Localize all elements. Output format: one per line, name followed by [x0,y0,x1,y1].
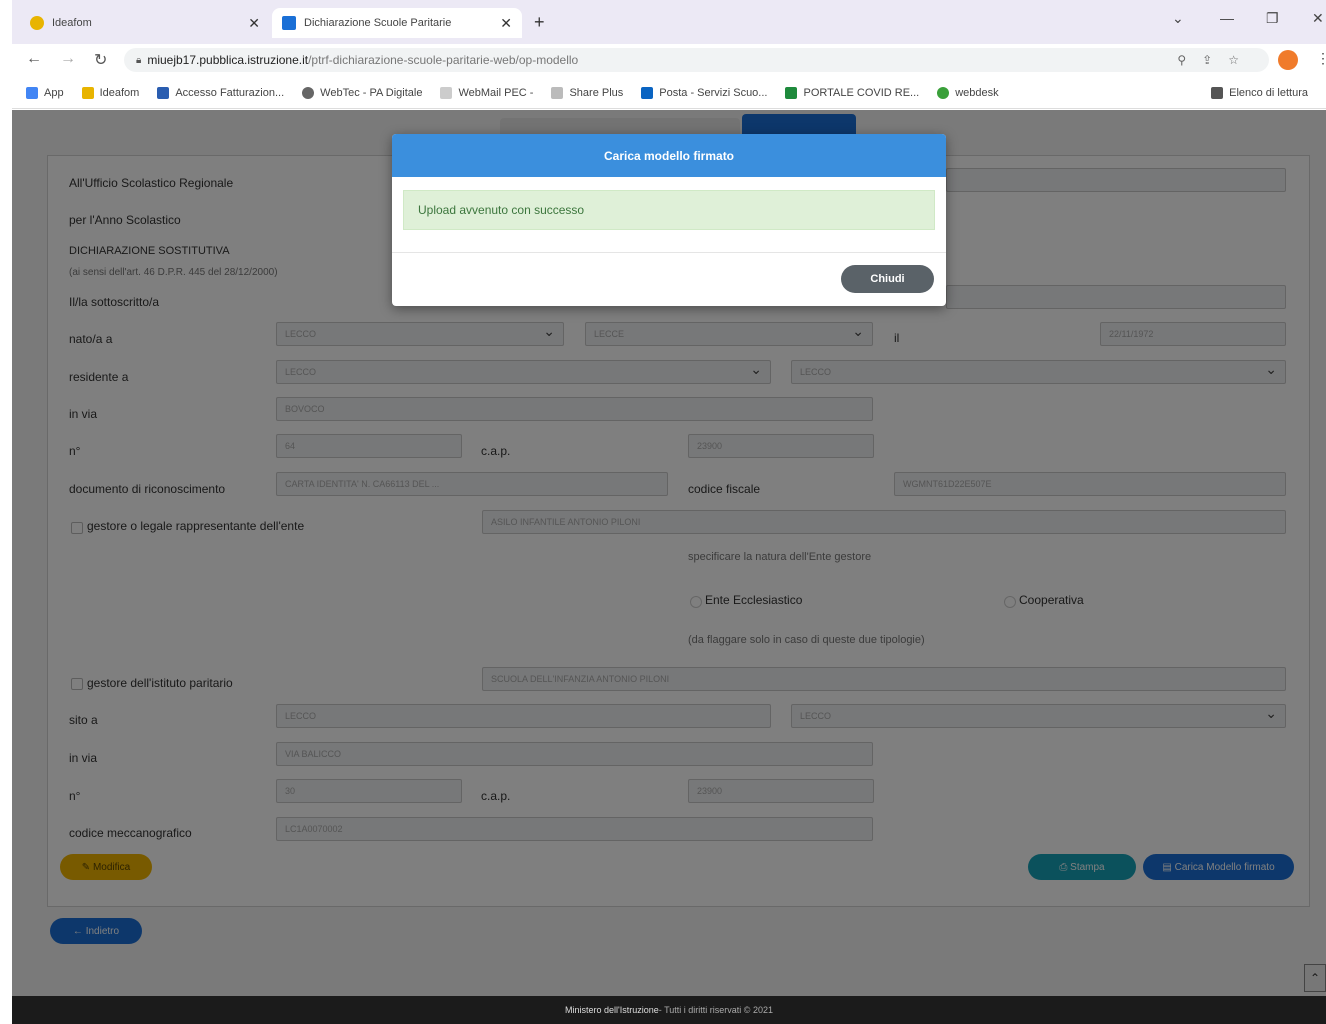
bookmark-webmail[interactable]: WebMail PEC - [440,87,533,99]
browser-tab-ideafom[interactable]: Ideafom ✕ [20,8,270,38]
close-tab-icon[interactable]: ✕ [248,15,260,32]
bookmarks-bar: App Ideafom Accesso Fatturazion... WebTe… [12,78,1326,109]
menu-icon[interactable]: ⋮ [1316,50,1326,67]
bookmark-icon [157,87,170,99]
bookmark-ideafom[interactable]: Ideafom [81,87,139,99]
bookmark-apps[interactable]: App [26,87,64,99]
footer: Ministero dell'Istruzione - Tutti i diri… [12,996,1326,1024]
reading-list[interactable]: Elenco di lettura [1211,87,1308,99]
profile-avatar[interactable] [1278,50,1298,70]
bookmark-icon [551,87,564,99]
outlook-icon [641,87,654,99]
ideafom-icon [81,87,94,99]
reload-icon[interactable]: ↻ [94,50,107,70]
bookmark-icon [302,87,315,99]
bookmark-webdesk[interactable]: webdesk [937,87,999,99]
tab-title: Dichiarazione Scuole Paritarie [304,17,452,29]
bookmark-shareplus[interactable]: Share Plus [551,87,623,99]
apps-icon [26,87,38,99]
close-window-icon[interactable]: ✕ [1312,10,1324,27]
tab-title: Ideafom [52,17,92,29]
browser-tab-dichiarazione[interactable]: Dichiarazione Scuole Paritarie ✕ [272,8,522,38]
success-alert: Upload avvenuto con successo [403,190,935,230]
upload-modal: Carica modello firmato Upload avvenuto c… [392,134,946,306]
ideafom-icon [30,16,44,30]
footer-rights: - Tutti i diritti riservati © 2021 [658,1005,773,1015]
bookmark-icon [937,87,950,99]
bookmark-fatturazione[interactable]: Accesso Fatturazion... [157,87,284,99]
modal-divider [392,252,946,253]
bookmark-webtec[interactable]: WebTec - PA Digitale [302,87,422,99]
lock-icon: 🔒︎ [136,54,142,66]
url-path: /ptrf-dichiarazione-scuole-paritarie-web… [308,53,579,67]
bookmark-icon [440,87,453,99]
url-actions-icons[interactable]: ⚲⇪☆ [1177,53,1255,67]
modal-title: Carica modello firmato [392,134,946,177]
bookmark-icon [785,87,798,99]
url-bar[interactable]: 🔒︎ miuejb17.pubblica.istruzione.it /ptrf… [124,48,1269,72]
bookmark-posta[interactable]: Posta - Servizi Scuo... [641,87,767,99]
tab-search-icon[interactable]: ⌄ [1172,10,1184,27]
restore-icon[interactable]: ❐ [1266,10,1279,27]
close-tab-icon[interactable]: ✕ [500,15,512,32]
url-host: miuejb17.pubblica.istruzione.it [147,53,309,67]
bookmark-covid[interactable]: PORTALE COVID RE... [785,87,919,99]
back-icon[interactable]: ← [26,50,42,68]
footer-ministry: Ministero dell'Istruzione [565,1005,659,1015]
minimize-icon[interactable]: — [1220,10,1234,26]
close-button[interactable]: Chiudi [841,265,934,293]
reading-list-icon [1211,87,1224,99]
new-tab-button[interactable]: + [534,12,545,33]
forward-icon[interactable]: → [60,50,76,68]
page-icon [282,16,296,30]
